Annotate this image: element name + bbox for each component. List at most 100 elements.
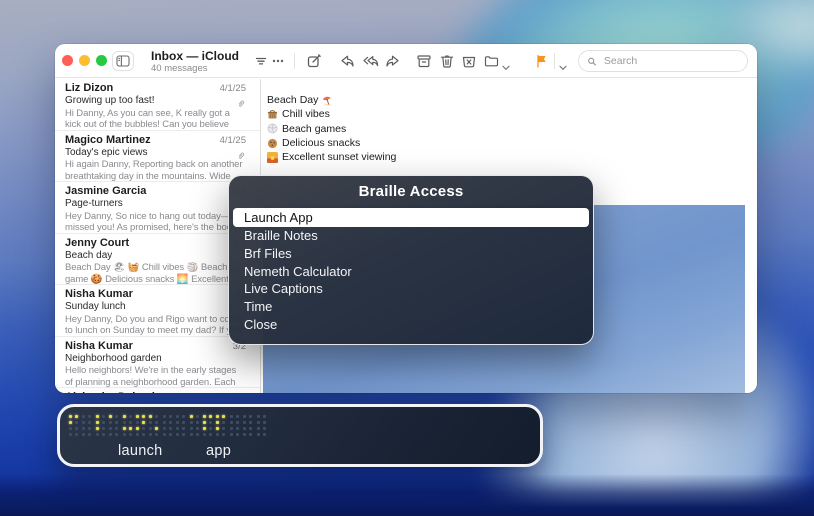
menu-item-launch-app[interactable]: Launch App xyxy=(233,208,589,227)
filter-button[interactable] xyxy=(253,53,269,69)
move-to-folder-button[interactable] xyxy=(483,53,499,69)
braille-dot-flat xyxy=(123,421,126,424)
wallpaper-bottom-strip xyxy=(0,474,814,516)
archive-button[interactable] xyxy=(416,53,432,69)
beach-umbrella-emoji xyxy=(322,95,333,106)
braille-dot-flat xyxy=(263,427,266,430)
email-body-title-text: Beach Day xyxy=(267,93,318,107)
junk-icon xyxy=(461,53,477,69)
braille-dot-flat xyxy=(182,415,185,418)
sunset-emoji xyxy=(267,152,278,163)
braille-dot-flat xyxy=(249,421,252,424)
braille-dot-flat xyxy=(222,433,225,436)
braille-cell[interactable] xyxy=(82,415,91,436)
compose-button[interactable] xyxy=(306,53,322,69)
braille-dot-flat xyxy=(88,415,91,418)
braille-dot-flat xyxy=(176,433,179,436)
email-body-item-label: Beach games xyxy=(282,122,346,136)
braille-dot-flat xyxy=(190,421,193,424)
close-window-button[interactable] xyxy=(62,55,73,66)
braille-dot-flat xyxy=(236,427,239,430)
search-input[interactable] xyxy=(602,54,739,68)
menu-item-live-captions[interactable]: Live Captions xyxy=(233,280,589,298)
braille-cell[interactable] xyxy=(203,415,212,436)
braille-dot-flat xyxy=(216,433,219,436)
braille-dot-raised xyxy=(216,421,219,424)
braille-dot-flat xyxy=(88,421,91,424)
braille-cell[interactable] xyxy=(176,415,185,436)
message-date: 4/1/25 xyxy=(220,134,246,147)
braille-cell[interactable] xyxy=(109,415,118,436)
braille-dot-flat xyxy=(222,421,225,424)
braille-cell[interactable] xyxy=(216,415,225,436)
braille-dot-flat xyxy=(136,433,139,436)
menu-item-braille-notes[interactable]: Braille Notes xyxy=(233,227,589,245)
message-row[interactable]: Nisha Kumar3/2Neighborhood gardenHello n… xyxy=(55,337,260,389)
braille-cell[interactable] xyxy=(96,415,105,436)
braille-dot-flat xyxy=(102,427,105,430)
search-icon xyxy=(587,56,597,67)
braille-cell[interactable] xyxy=(69,415,78,436)
email-body-item: Chill vibes xyxy=(267,107,396,121)
email-body-item-label: Excellent sunset viewing xyxy=(282,150,396,164)
braille-dot-flat xyxy=(243,427,246,430)
braille-dot-flat xyxy=(257,427,260,430)
more-button[interactable] xyxy=(270,53,286,69)
email-body-item-label: Delicious snacks xyxy=(282,136,360,150)
braille-word: app xyxy=(206,443,231,459)
braille-dot-flat xyxy=(129,415,132,418)
braille-cell[interactable] xyxy=(136,415,145,436)
braille-cell[interactable] xyxy=(230,415,239,436)
braille-cell[interactable] xyxy=(163,415,172,436)
junk-button[interactable] xyxy=(461,53,477,69)
forward-button[interactable] xyxy=(385,53,401,69)
attachment-paperclip-icon xyxy=(236,96,246,106)
braille-dot-flat xyxy=(236,415,239,418)
message-subject: Sunday lunch xyxy=(65,301,126,314)
braille-dot-raised xyxy=(109,415,112,418)
menu-item-nemeth-calculator[interactable]: Nemeth Calculator xyxy=(233,263,589,281)
braille-dot-flat xyxy=(163,415,166,418)
message-subject: Today's epic views xyxy=(65,147,148,160)
flag-button[interactable] xyxy=(534,53,550,69)
braille-cell[interactable] xyxy=(149,415,158,436)
flag-icon xyxy=(534,53,550,69)
reply-button[interactable] xyxy=(339,53,355,69)
braille-dot-raised xyxy=(203,415,206,418)
braille-dot-flat xyxy=(230,427,233,430)
zoom-window-button[interactable] xyxy=(96,55,107,66)
email-body-item: Excellent sunset viewing xyxy=(267,150,396,164)
braille-dot-flat xyxy=(190,427,193,430)
braille-dot-flat xyxy=(69,433,72,436)
braille-dot-flat xyxy=(75,421,78,424)
menu-item-time[interactable]: Time xyxy=(233,298,589,316)
reply-all-button[interactable] xyxy=(363,53,379,69)
braille-dot-flat xyxy=(123,433,126,436)
menu-item-close[interactable]: Close xyxy=(233,316,589,334)
cookie-emoji xyxy=(267,138,278,149)
email-body-item-label: Chill vibes xyxy=(282,107,330,121)
folder-icon xyxy=(483,53,499,69)
braille-dot-flat xyxy=(155,433,158,436)
braille-dot-raised xyxy=(203,427,206,430)
braille-cell[interactable] xyxy=(123,415,132,436)
braille-dot-flat xyxy=(69,427,72,430)
braille-display-bar[interactable]: launchapp xyxy=(57,404,543,467)
message-row[interactable]: Alejandra Delgado3/25/25 xyxy=(55,388,260,393)
menu-item-brf-files[interactable]: Brf Files xyxy=(233,245,589,263)
braille-dot-raised xyxy=(209,415,212,418)
window-titlebar: Inbox — iCloud 40 messages xyxy=(55,44,757,78)
braille-cell[interactable] xyxy=(190,415,199,436)
minimize-window-button[interactable] xyxy=(79,55,90,66)
trash-button[interactable] xyxy=(439,53,455,69)
braille-dot-flat xyxy=(182,421,185,424)
search-field[interactable] xyxy=(578,50,748,72)
sidebar-toggle-button[interactable] xyxy=(112,51,134,71)
message-row[interactable]: Liz Dizon4/1/25Growing up too fast!Hi Da… xyxy=(55,79,260,131)
braille-dot-flat xyxy=(196,415,199,418)
folder-chevron-down-icon[interactable] xyxy=(502,58,510,64)
flag-chevron-down-icon[interactable] xyxy=(559,58,567,64)
message-row[interactable]: Magico Martinez4/1/25Today's epic viewsH… xyxy=(55,131,260,183)
braille-cell[interactable] xyxy=(243,415,252,436)
braille-cell[interactable] xyxy=(257,415,266,436)
